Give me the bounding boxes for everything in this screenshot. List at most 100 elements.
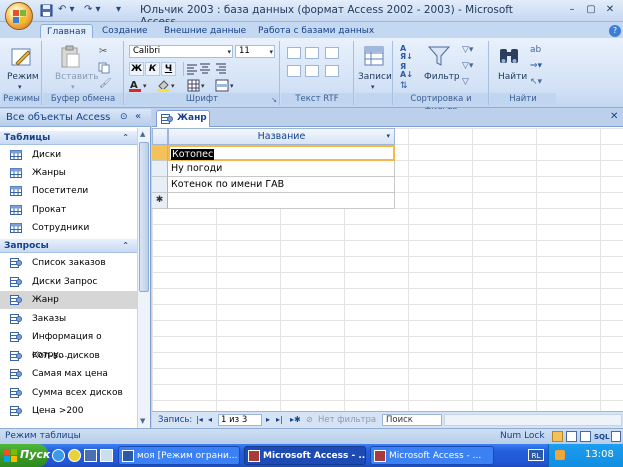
- decrease-indent-icon[interactable]: [287, 47, 301, 59]
- table-cell[interactable]: Котопес: [168, 145, 395, 161]
- sql-view-icon[interactable]: SQL: [594, 430, 609, 445]
- nav-menu-dropdown-icon[interactable]: ⊙: [120, 112, 128, 122]
- column-dropdown-icon[interactable]: ▾: [386, 129, 390, 144]
- nav-item-visitors[interactable]: Посетители: [0, 182, 137, 200]
- selection-filter-icon[interactable]: ▽▾: [462, 45, 473, 55]
- nav-scroll-thumb[interactable]: [139, 142, 149, 292]
- numbering-icon[interactable]: [305, 65, 319, 77]
- clock[interactable]: 13:08: [585, 444, 614, 466]
- replace-icon[interactable]: ab: [530, 45, 541, 55]
- last-record-icon[interactable]: ▸|: [276, 412, 283, 427]
- nav-section-queries[interactable]: Запросы ⌃: [0, 239, 137, 253]
- tab-external-data[interactable]: Внешние данные: [158, 24, 252, 39]
- mode-dropdown-icon[interactable]: ▾: [18, 83, 22, 91]
- close-button[interactable]: ✕: [601, 3, 619, 18]
- mode-button[interactable]: Режим: [7, 72, 39, 82]
- scroll-up-icon[interactable]: ▲: [140, 130, 145, 138]
- design-view-small-icon[interactable]: [611, 431, 621, 442]
- ie-quicklaunch-icon[interactable]: [52, 449, 65, 462]
- table-row[interactable]: Ну погоди: [152, 161, 395, 177]
- start-button[interactable]: Пуск: [0, 444, 50, 467]
- find-button[interactable]: Найти: [498, 72, 527, 82]
- increase-indent-icon[interactable]: [305, 47, 319, 59]
- paragraph-direction-icon[interactable]: [325, 47, 339, 59]
- search-input[interactable]: Поиск: [382, 414, 442, 426]
- show-desktop-icon[interactable]: [100, 449, 113, 462]
- nav-item-genres[interactable]: Жанры: [0, 164, 137, 182]
- table-row[interactable]: Котопес: [152, 145, 395, 161]
- align-center-icon[interactable]: [199, 62, 211, 77]
- nav-section-tables[interactable]: Таблицы ⌃: [0, 131, 137, 145]
- document-tab-genre[interactable]: Жанр: [156, 110, 210, 127]
- nav-item-disks-query[interactable]: Диски Запрос: [0, 273, 137, 291]
- previous-record-icon[interactable]: ◂: [208, 412, 212, 427]
- current-record-input[interactable]: 1 из 3: [218, 414, 262, 426]
- maximize-button[interactable]: ▢: [582, 3, 600, 18]
- font-dialog-launcher-icon[interactable]: ↘: [271, 96, 277, 104]
- nav-item-max-price[interactable]: Самая мах цена: [0, 365, 137, 383]
- nav-scrollbar[interactable]: ▲ ▼: [137, 128, 150, 428]
- table-cell[interactable]: Ну погоди: [168, 161, 395, 177]
- cut-icon[interactable]: ✂: [99, 46, 107, 57]
- media-quicklaunch-icon[interactable]: [68, 449, 81, 462]
- toggle-filter-icon[interactable]: ▽: [462, 77, 469, 87]
- records-dropdown-icon[interactable]: ▾: [371, 83, 375, 91]
- font-name-combo[interactable]: Calibri ▾: [129, 45, 233, 58]
- filter-status[interactable]: Нет фильтра: [318, 413, 376, 428]
- undo-icon[interactable]: ↶ ▾: [58, 4, 75, 18]
- language-indicator[interactable]: RL: [528, 449, 544, 461]
- help-icon[interactable]: ?: [609, 25, 621, 37]
- underline-button[interactable]: Ч: [161, 62, 176, 76]
- nav-item-employee-info[interactable]: Информация о сотру...: [0, 328, 137, 360]
- save-quicklaunch-icon[interactable]: [84, 449, 97, 462]
- taskbar-item-access-1[interactable]: Microsoft Access - ...: [244, 446, 366, 465]
- new-record-row[interactable]: ✱: [152, 193, 395, 209]
- nav-item-disks[interactable]: Диски: [0, 146, 137, 164]
- customize-qat-icon[interactable]: ▾: [116, 4, 121, 18]
- sort-descending-icon[interactable]: Я А↓: [400, 63, 413, 79]
- table-row[interactable]: Котенок по имени ГАВ: [152, 177, 395, 193]
- row-selector[interactable]: [152, 161, 168, 177]
- font-size-combo[interactable]: 11 ▾: [235, 45, 275, 58]
- redo-icon[interactable]: ↷ ▾: [84, 4, 101, 18]
- new-record-nav-icon[interactable]: ▸✱: [290, 412, 301, 427]
- column-header-name[interactable]: Название ▾: [168, 128, 395, 145]
- office-button[interactable]: [5, 2, 33, 30]
- pivot-chart-view-icon[interactable]: [580, 431, 591, 442]
- paste-button[interactable]: Вставить: [55, 72, 99, 82]
- advanced-filter-icon[interactable]: ▽▾: [462, 61, 473, 71]
- taskbar-item-access-2[interactable]: Microsoft Access - ...: [370, 446, 494, 465]
- minimize-button[interactable]: –: [563, 3, 581, 18]
- tab-create[interactable]: Создание: [96, 24, 154, 39]
- bullets-icon[interactable]: [287, 65, 301, 77]
- nav-item-orders[interactable]: Заказы: [0, 310, 137, 328]
- goto-icon[interactable]: ⇒▾: [530, 61, 542, 71]
- document-close-icon[interactable]: ✕: [610, 111, 618, 122]
- align-left-icon[interactable]: [183, 62, 197, 76]
- tab-home[interactable]: Главная: [40, 24, 93, 39]
- table-cell[interactable]: Котенок по имени ГАВ: [168, 177, 395, 193]
- bold-button[interactable]: Ж: [129, 62, 144, 76]
- sort-ascending-icon[interactable]: A Я↓: [400, 45, 413, 61]
- row-selector[interactable]: [152, 177, 168, 193]
- pivot-table-view-icon[interactable]: [566, 431, 577, 442]
- nav-item-genre[interactable]: Жанр: [0, 291, 137, 309]
- filter-button[interactable]: Фильтр: [424, 72, 460, 82]
- nav-item-order-list[interactable]: Список заказов: [0, 254, 137, 272]
- horizontal-scrollbar[interactable]: [444, 414, 622, 426]
- select-icon[interactable]: ↖▾: [530, 77, 542, 87]
- nav-item-employees[interactable]: Сотрудники: [0, 219, 137, 237]
- datasheet-view-icon[interactable]: [552, 431, 563, 442]
- first-record-icon[interactable]: |◂: [196, 412, 203, 427]
- scroll-down-icon[interactable]: ▼: [140, 417, 145, 425]
- tab-database-tools[interactable]: Работа с базами данных: [252, 24, 380, 39]
- nav-collapse-icon[interactable]: «: [135, 111, 141, 122]
- tray-app-icon[interactable]: [555, 450, 565, 460]
- records-button[interactable]: Записи: [358, 72, 392, 82]
- nav-item-price-over-200[interactable]: Цена >200: [0, 402, 137, 420]
- nav-item-rental[interactable]: Прокат: [0, 201, 137, 219]
- nav-pane-header[interactable]: Все объекты Access ⊙ «: [0, 109, 151, 127]
- highlight-icon[interactable]: [325, 65, 339, 77]
- align-right-icon[interactable]: [215, 62, 227, 77]
- paste-dropdown-icon[interactable]: ▾: [71, 83, 75, 91]
